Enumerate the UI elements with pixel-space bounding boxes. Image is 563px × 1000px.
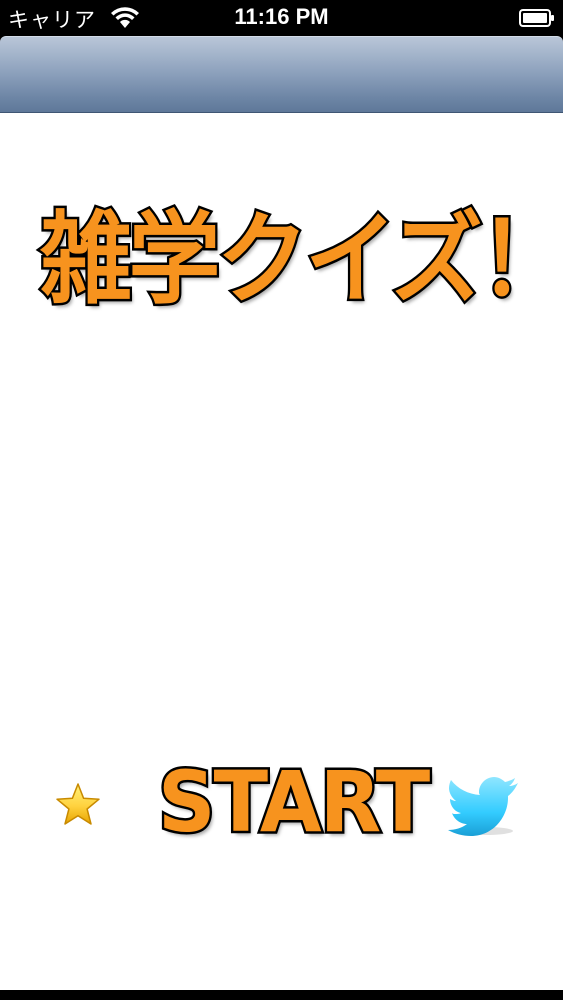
phone-screen: キャリア 11:16 PM 雑学クイズ！ START: [0, 0, 563, 1000]
twitter-bird-icon[interactable]: [448, 773, 522, 837]
status-time: 11:16 PM: [234, 4, 329, 29]
app-title: 雑学クイズ！: [38, 199, 563, 321]
star-icon[interactable]: [54, 781, 102, 829]
start-button[interactable]: START: [156, 751, 433, 854]
battery-icon: [519, 9, 554, 27]
main-content: 雑学クイズ！ START: [0, 113, 563, 990]
bottom-edge: [0, 990, 563, 1000]
status-bar: キャリア 11:16 PM: [0, 0, 563, 36]
navigation-bar: [0, 36, 563, 113]
